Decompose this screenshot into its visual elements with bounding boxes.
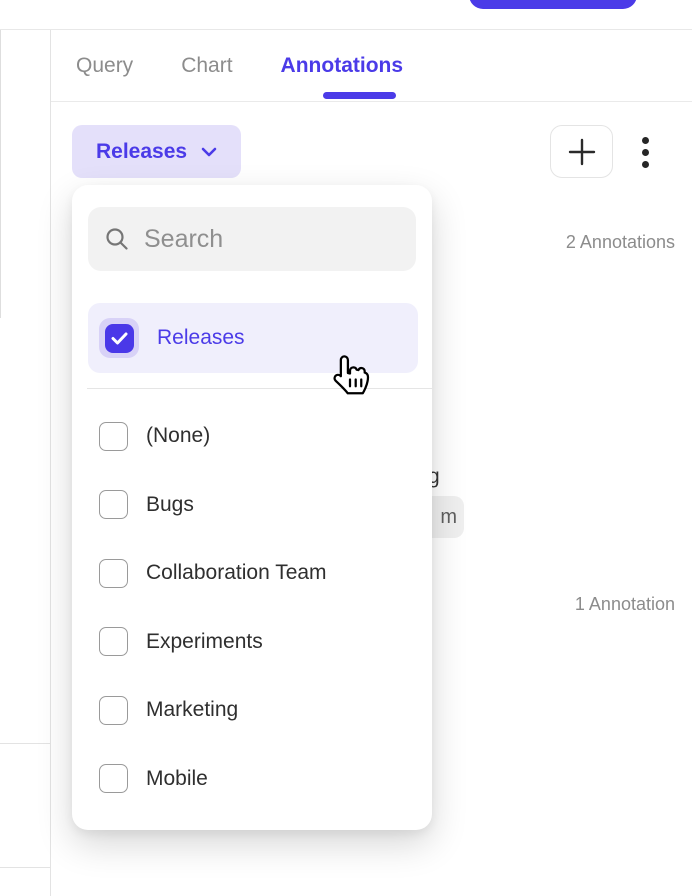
chevron-down-icon (201, 147, 217, 157)
plus-icon (567, 137, 597, 167)
option-list: (None) Bugs Collaboration Team Experimen… (72, 402, 432, 813)
option-row-bugs[interactable]: Bugs (72, 471, 432, 540)
option-row-releases[interactable]: Releases (88, 303, 418, 373)
search-box (88, 207, 416, 271)
add-annotation-button[interactable] (550, 125, 613, 178)
filter-button-label: Releases (96, 140, 187, 164)
option-label: Marketing (146, 698, 238, 722)
tab-annotations[interactable]: Annotations (281, 54, 403, 78)
primary-action-button-partial[interactable] (469, 0, 637, 9)
annotation-group-count: 2 Annotations (566, 232, 675, 253)
dropdown-divider (87, 388, 432, 389)
annotation-group-count: 1 Annotation (575, 594, 675, 615)
left-edge-line (0, 30, 1, 318)
checkbox-unchecked[interactable] (99, 422, 128, 451)
tab-query[interactable]: Query (76, 54, 133, 78)
checkmark-icon (111, 332, 128, 345)
releases-filter-dropdown-button[interactable]: Releases (72, 125, 241, 178)
option-label: Collaboration Team (146, 561, 327, 585)
left-rail-border (50, 30, 51, 896)
option-row-marketing[interactable]: Marketing (72, 676, 432, 745)
option-label: Releases (157, 326, 245, 350)
kebab-icon (642, 137, 649, 144)
checkbox-focus-halo (99, 318, 139, 358)
checkbox-unchecked[interactable] (99, 490, 128, 519)
checkbox-unchecked[interactable] (99, 764, 128, 793)
more-options-button[interactable] (632, 127, 658, 177)
obscured-tag-fragment: m (440, 506, 457, 529)
option-row-none[interactable]: (None) (72, 402, 432, 471)
option-row-experiments[interactable]: Experiments (72, 608, 432, 677)
tab-chart[interactable]: Chart (181, 54, 232, 78)
checkbox-unchecked[interactable] (99, 696, 128, 725)
active-tab-underline (323, 92, 396, 99)
checkbox-unchecked[interactable] (99, 627, 128, 656)
option-label: Mobile (146, 767, 208, 791)
option-label: Experiments (146, 630, 263, 654)
checkbox-checked[interactable] (105, 324, 134, 353)
option-row-mobile[interactable]: Mobile (72, 745, 432, 814)
checkbox-unchecked[interactable] (99, 559, 128, 588)
search-icon (104, 226, 130, 252)
search-input[interactable] (144, 225, 400, 254)
option-label: Bugs (146, 493, 194, 517)
left-rail-row-divider (0, 867, 50, 868)
left-rail-row-divider (0, 743, 50, 744)
option-row-collaboration-team[interactable]: Collaboration Team (72, 539, 432, 608)
annotation-type-dropdown-panel: Releases (None) Bugs Collaboration Team … (72, 185, 432, 830)
option-label: (None) (146, 424, 210, 448)
